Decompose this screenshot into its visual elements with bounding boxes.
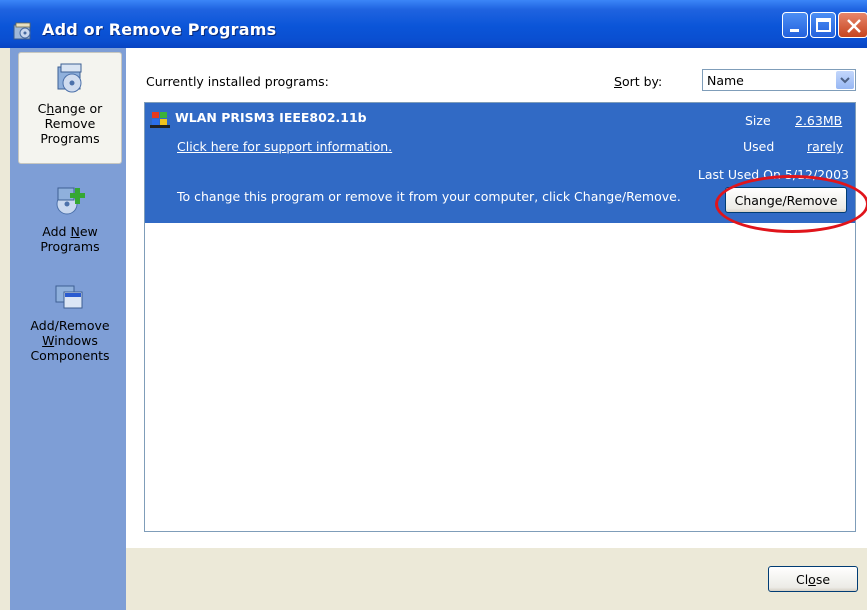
window-title: Add or Remove Programs bbox=[42, 20, 277, 39]
installed-programs-label: Currently installed programs: bbox=[146, 74, 329, 89]
window-client-area: Change or Remove Programs Add New Progra… bbox=[0, 48, 867, 610]
minimize-icon bbox=[790, 29, 799, 32]
close-button[interactable]: Close bbox=[768, 566, 858, 592]
close-button-label: se bbox=[815, 571, 831, 587]
close-button-accelerator: o bbox=[808, 571, 816, 587]
sidebar-item-accelerator: N bbox=[70, 224, 80, 239]
add-remove-programs-icon bbox=[13, 22, 31, 40]
sidebar-item-change-remove-programs[interactable]: Change or Remove Programs bbox=[18, 52, 122, 164]
sidebar-item-label: Add/Remove bbox=[30, 318, 110, 333]
size-value: 2.63MB bbox=[795, 113, 843, 128]
change-remove-programs-icon bbox=[57, 63, 82, 93]
minimize-button[interactable] bbox=[782, 12, 808, 38]
program-row-selected[interactable]: WLAN PRISM3 IEEE802.11b Click here for s… bbox=[145, 103, 867, 233]
sort-by-text: ort by: bbox=[621, 74, 663, 89]
size-label: Size bbox=[745, 113, 771, 128]
used-value[interactable]: rarely bbox=[807, 139, 843, 154]
program-name: WLAN PRISM3 IEEE802.11b bbox=[175, 110, 367, 125]
change-remove-instructions: To change this program or remove it from… bbox=[177, 189, 681, 204]
add-remove-windows-components-icon bbox=[55, 285, 83, 309]
sort-by-accelerator: S bbox=[614, 74, 622, 89]
last-used-text: Last Used On 5/12/2003 bbox=[697, 167, 849, 182]
add-new-programs-icon bbox=[56, 187, 85, 215]
installed-programs-list[interactable]: WLAN PRISM3 IEEE802.11b Click here for s… bbox=[144, 102, 867, 532]
sort-by-select[interactable]: Name bbox=[702, 69, 856, 91]
windows-setup-icon bbox=[150, 112, 170, 128]
support-info-link[interactable]: Click here for support information. bbox=[177, 139, 392, 154]
close-button-label: Cl bbox=[795, 571, 809, 587]
sidebar: Change or Remove Programs Add New Progra… bbox=[10, 48, 126, 610]
close-icon bbox=[847, 19, 861, 33]
maximize-button[interactable] bbox=[810, 12, 836, 38]
sidebar-item-label: Add bbox=[42, 224, 71, 239]
sort-by-label: Sort by: bbox=[614, 74, 662, 89]
title-bar[interactable]: Add or Remove Programs bbox=[0, 0, 867, 48]
sort-dropdown-button[interactable] bbox=[836, 71, 854, 89]
add-remove-programs-window: Add or Remove Programs Change or Remove … bbox=[0, 0, 867, 610]
chevron-down-icon bbox=[840, 77, 850, 84]
change-remove-button[interactable]: Change/Remove bbox=[725, 187, 847, 213]
main-content: Currently installed programs: Sort by: N… bbox=[126, 48, 867, 548]
close-window-button[interactable] bbox=[838, 12, 867, 38]
sort-by-value: Name bbox=[707, 73, 744, 88]
dialog-footer bbox=[126, 548, 867, 610]
sidebar-item-add-remove-windows-components[interactable]: Add/Remove Windows Components bbox=[18, 278, 122, 363]
sidebar-item-accelerator: W bbox=[42, 333, 55, 348]
used-label: Used bbox=[743, 139, 775, 154]
sidebar-item-add-new-programs[interactable]: Add New Programs bbox=[18, 184, 122, 254]
maximize-icon bbox=[816, 18, 831, 32]
